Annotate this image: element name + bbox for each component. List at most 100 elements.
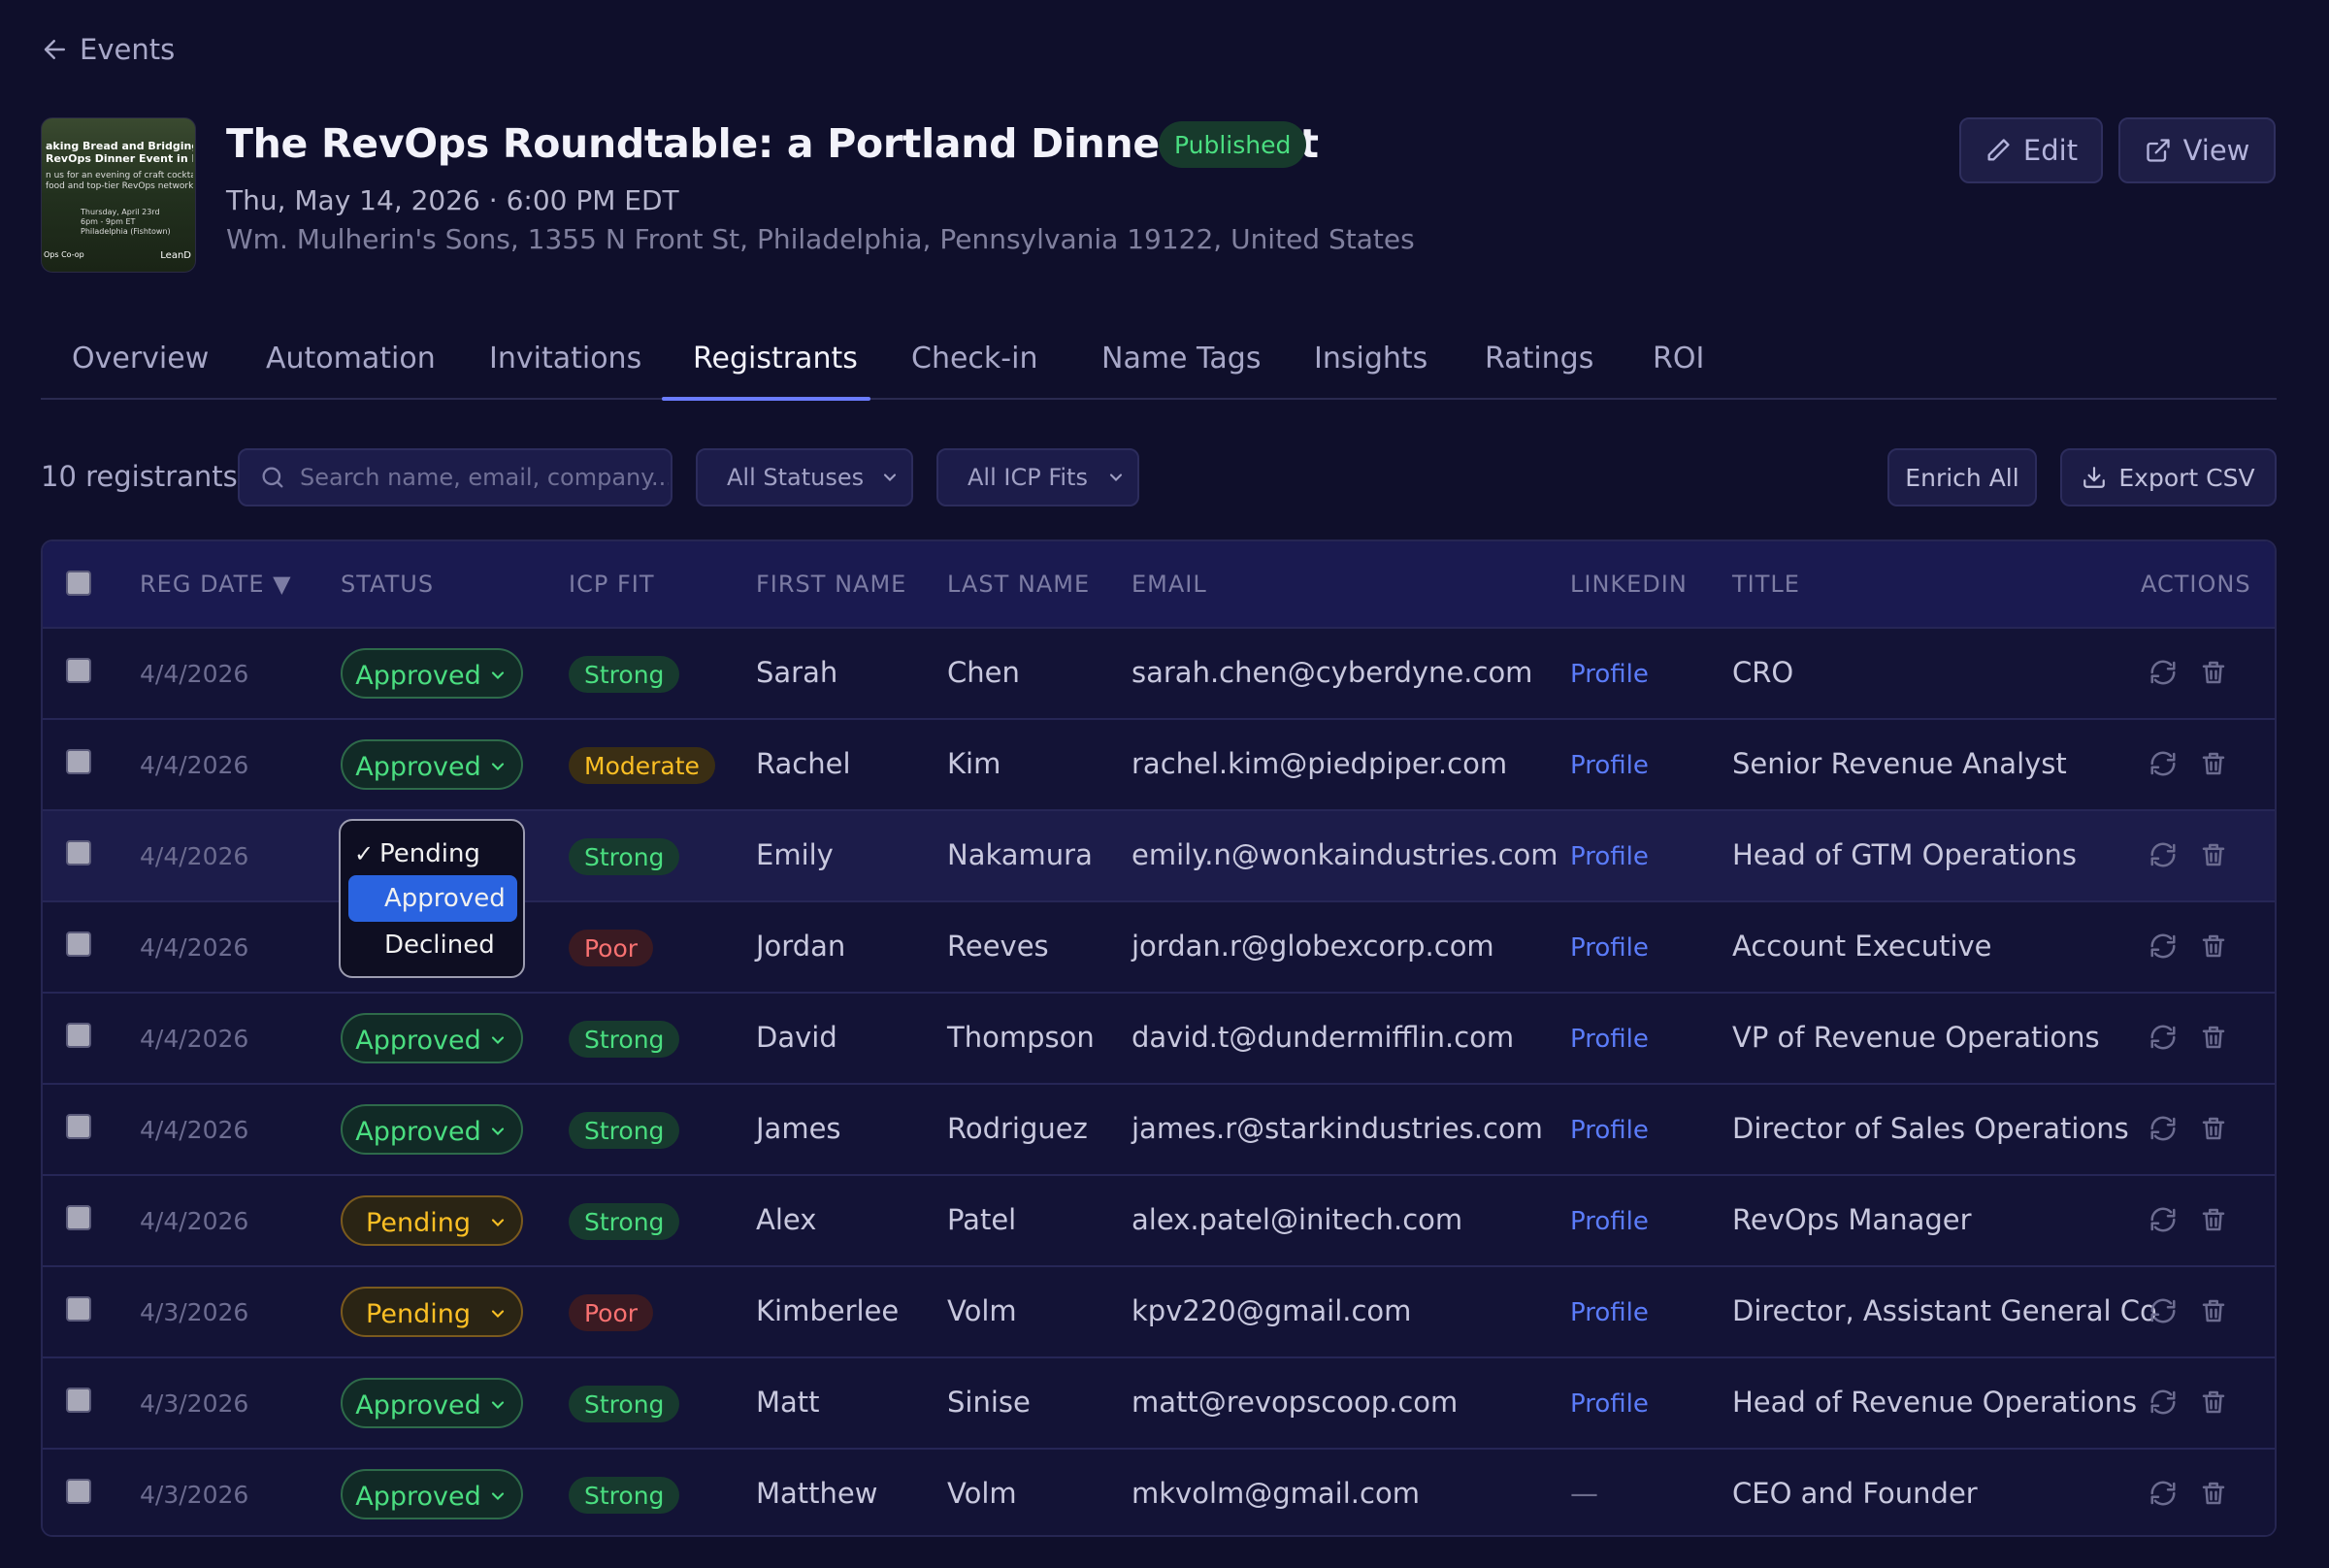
back-to-events-link[interactable]: Events — [41, 33, 175, 66]
search-input[interactable] — [300, 464, 669, 491]
table-row: 4/3/2026 Approved Strong Matt Sinise mat… — [43, 1356, 2275, 1448]
trash-icon[interactable] — [2199, 1023, 2228, 1052]
row-checkbox[interactable] — [66, 1114, 91, 1139]
refresh-icon[interactable] — [2149, 749, 2178, 778]
export-csv-button[interactable]: Export CSV — [2060, 448, 2277, 506]
job-title: Head of Revenue Operations — [1732, 1386, 2138, 1419]
refresh-icon[interactable] — [2149, 1388, 2178, 1417]
icp-fit-badge: Strong — [569, 1021, 680, 1058]
status-select[interactable]: Approved — [341, 1378, 523, 1428]
trash-icon[interactable] — [2199, 1479, 2228, 1508]
dropdown-option-pending[interactable]: ✓ Pending — [348, 831, 517, 877]
linkedin-profile-link[interactable]: Profile — [1570, 1116, 1649, 1145]
search-box[interactable] — [238, 448, 672, 506]
table-row: 4/4/2026 Pending Strong Alex Patel alex.… — [43, 1174, 2275, 1265]
reg-date: 4/3/2026 — [140, 1481, 249, 1509]
row-checkbox[interactable] — [66, 840, 91, 866]
view-button[interactable]: View — [2118, 117, 2276, 183]
icp-filter-select[interactable]: All ICP Fits — [936, 448, 1139, 506]
email: emily.n@wonkaindustries.com — [1132, 838, 1558, 871]
reg-date: 4/4/2026 — [140, 842, 249, 870]
dropdown-option-approved[interactable]: Approved — [348, 875, 517, 922]
reg-date: 4/4/2026 — [140, 1025, 249, 1053]
job-title: CRO — [1732, 656, 1794, 689]
col-status: STATUS — [341, 571, 435, 598]
status-select[interactable]: Pending — [341, 1287, 523, 1337]
last-name: Rodriguez — [947, 1112, 1088, 1145]
back-label: Events — [80, 33, 176, 66]
trash-icon[interactable] — [2199, 1114, 2228, 1143]
icp-fit-badge: Strong — [569, 838, 680, 875]
row-checkbox[interactable] — [66, 931, 91, 957]
refresh-icon[interactable] — [2149, 1296, 2178, 1325]
trash-icon[interactable] — [2199, 931, 2228, 961]
linkedin-profile-link[interactable]: Profile — [1570, 842, 1649, 871]
tab-ratings[interactable]: Ratings — [1485, 342, 1593, 376]
tab-roi[interactable]: ROI — [1653, 342, 1704, 376]
status-filter-select[interactable]: All Statuses — [696, 448, 913, 506]
trash-icon[interactable] — [2199, 1205, 2228, 1234]
first-name: Jordan — [756, 930, 846, 963]
status-select[interactable]: Pending — [341, 1195, 523, 1246]
table-row: 4/4/2026 Approved Moderate Rachel Kim ra… — [43, 718, 2275, 809]
linkedin-profile-link[interactable]: Profile — [1570, 1298, 1649, 1327]
edit-button[interactable]: Edit — [1959, 117, 2103, 183]
job-title: CEO and Founder — [1732, 1477, 1978, 1510]
chevron-down-icon — [491, 671, 505, 679]
refresh-icon[interactable] — [2149, 658, 2178, 687]
tab-insights[interactable]: Insights — [1314, 342, 1427, 376]
col-reg-date[interactable]: REG DATE ▼ — [140, 571, 292, 598]
reg-date: 4/3/2026 — [140, 1298, 249, 1326]
status-select[interactable]: Approved — [341, 1469, 523, 1519]
trash-icon[interactable] — [2199, 658, 2228, 687]
refresh-icon[interactable] — [2149, 931, 2178, 961]
linkedin-profile-link[interactable]: Profile — [1570, 1207, 1649, 1236]
tab-invitations[interactable]: Invitations — [489, 342, 641, 376]
dropdown-option-declined[interactable]: Declined — [348, 922, 517, 968]
icp-fit-badge: Strong — [569, 656, 680, 693]
status-value: Approved — [355, 1482, 481, 1512]
linkedin-profile-link[interactable]: Profile — [1570, 751, 1649, 780]
linkedin-profile-link[interactable]: Profile — [1570, 1389, 1649, 1419]
row-checkbox[interactable] — [66, 1205, 91, 1230]
reg-date: 4/4/2026 — [140, 933, 249, 962]
status-select[interactable]: Approved — [341, 648, 523, 699]
status-select[interactable]: Approved — [341, 739, 523, 790]
linkedin-profile-link[interactable]: Profile — [1570, 1025, 1649, 1054]
row-checkbox[interactable] — [66, 1388, 91, 1413]
refresh-icon[interactable] — [2149, 840, 2178, 869]
enrich-all-button[interactable]: Enrich All — [1887, 448, 2037, 506]
tab-registrants[interactable]: Registrants — [693, 342, 858, 376]
refresh-icon[interactable] — [2149, 1114, 2178, 1143]
trash-icon[interactable] — [2199, 749, 2228, 778]
row-checkbox[interactable] — [66, 658, 91, 683]
row-checkbox[interactable] — [66, 1023, 91, 1048]
tab-automation[interactable]: Automation — [266, 342, 436, 376]
tab-name-tags[interactable]: Name Tags — [1101, 342, 1261, 376]
trash-icon[interactable] — [2199, 1296, 2228, 1325]
chevron-down-icon — [883, 474, 897, 481]
status-select[interactable]: Approved — [341, 1104, 523, 1155]
row-checkbox[interactable] — [66, 1479, 91, 1504]
tab-check-in[interactable]: Check-in — [911, 342, 1037, 376]
chevron-down-icon — [491, 1310, 505, 1318]
linkedin-profile-link[interactable]: Profile — [1570, 660, 1649, 689]
status-select[interactable]: Approved — [341, 1013, 523, 1063]
check-icon: ✓ — [353, 840, 375, 867]
trash-icon[interactable] — [2199, 1388, 2228, 1417]
trash-icon[interactable] — [2199, 840, 2228, 869]
refresh-icon[interactable] — [2149, 1023, 2178, 1052]
row-checkbox[interactable] — [66, 749, 91, 774]
status-value: Approved — [355, 1117, 481, 1147]
tab-overview[interactable]: Overview — [72, 342, 209, 376]
icp-fit-badge: Strong — [569, 1112, 680, 1149]
row-checkbox[interactable] — [66, 1296, 91, 1322]
chevron-down-icon — [491, 1127, 505, 1135]
refresh-icon[interactable] — [2149, 1479, 2178, 1508]
first-name: David — [756, 1021, 837, 1054]
refresh-icon[interactable] — [2149, 1205, 2178, 1234]
select-all-checkbox[interactable] — [66, 571, 91, 596]
active-tab-indicator — [662, 397, 870, 401]
last-name: Volm — [947, 1477, 1017, 1510]
linkedin-profile-link[interactable]: Profile — [1570, 933, 1649, 963]
